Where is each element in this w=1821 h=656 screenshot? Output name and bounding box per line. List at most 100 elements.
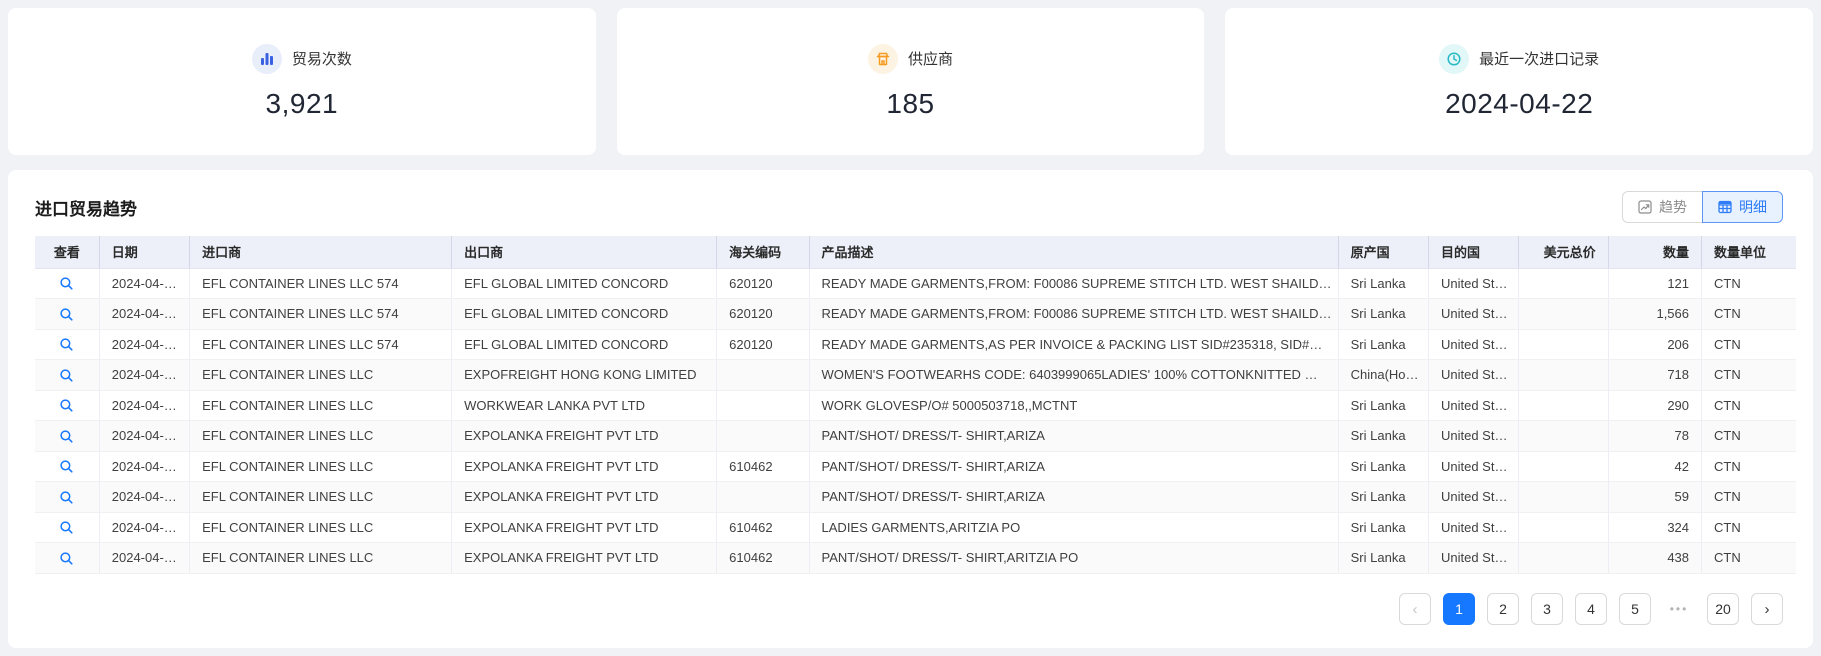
prev-page-button[interactable]: ‹ bbox=[1399, 593, 1431, 625]
table-cell-description: PANT/SHOT/ DRESS/T- SHIRT,ARIZA bbox=[809, 451, 1339, 482]
table-cell-date: 2024-04-… bbox=[99, 390, 191, 421]
table-cell-destination: United St… bbox=[1428, 329, 1520, 360]
table-cell-importer: EFL CONTAINER LINES LLC 574 bbox=[189, 268, 453, 299]
page-button-last[interactable]: 20 bbox=[1707, 593, 1739, 625]
table-row: 2024-04-… EFL CONTAINER LINES LLC EXPOLANK… bbox=[35, 481, 1796, 513]
detail-view-button[interactable]: 明细 bbox=[1702, 191, 1783, 223]
table-cell-exporter: EXPOLANKA FREIGHT PVT LTD bbox=[451, 420, 718, 452]
table-cell-importer: EFL CONTAINER LINES LLC bbox=[189, 451, 453, 482]
table-cell-usd_total bbox=[1518, 542, 1609, 574]
table-cell-date: 2024-04-… bbox=[99, 298, 191, 330]
magnifier-icon[interactable] bbox=[59, 276, 74, 291]
magnifier-icon[interactable] bbox=[59, 459, 74, 474]
table-cell-unit: CTN bbox=[1701, 329, 1796, 360]
magnifier-icon[interactable] bbox=[59, 307, 74, 322]
table-cell-hs_code: 620120 bbox=[716, 268, 810, 299]
table-cell-date: 2024-04-… bbox=[99, 268, 191, 299]
page-button-4[interactable]: 4 bbox=[1575, 593, 1607, 625]
table-cell-exporter: EFL GLOBAL LIMITED CONCORD bbox=[451, 298, 718, 330]
table-cell-origin: China(Ho… bbox=[1338, 359, 1429, 391]
table-cell-usd_total bbox=[1518, 481, 1609, 513]
table-cell-origin: Sri Lanka bbox=[1338, 420, 1429, 452]
table-cell-origin: Sri Lanka bbox=[1338, 481, 1429, 513]
table-cell-exporter: EXPOFREIGHT HONG KONG LIMITED bbox=[451, 359, 718, 391]
stat-value: 3,921 bbox=[265, 87, 339, 119]
table-cell-destination: United St… bbox=[1428, 390, 1520, 421]
page-button-3[interactable]: 3 bbox=[1531, 593, 1563, 625]
table-cell-description: READY MADE GARMENTS,FROM: F00086 SUPREME… bbox=[809, 268, 1339, 299]
page-button-1[interactable]: 1 bbox=[1443, 593, 1475, 625]
table-cell-destination: United St… bbox=[1428, 420, 1520, 452]
table-cell-unit: CTN bbox=[1701, 390, 1796, 421]
trend-view-button[interactable]: 趋势 bbox=[1622, 191, 1702, 223]
table-cell-destination: United St… bbox=[1428, 512, 1520, 543]
table-cell-usd_total bbox=[1518, 420, 1609, 452]
table-cell-hs_code: 610462 bbox=[716, 512, 810, 543]
table-cell-date: 2024-04-… bbox=[99, 329, 191, 360]
table-cell-usd_total bbox=[1518, 329, 1609, 360]
table-cell-view bbox=[35, 390, 100, 421]
table-cell-usd_total bbox=[1518, 298, 1609, 330]
view-switch: 趋势 明细 bbox=[1622, 191, 1783, 223]
table-row: 2024-04-… EFL CONTAINER LINES LLC EXPOLANK… bbox=[35, 512, 1796, 543]
next-page-button[interactable]: › bbox=[1751, 593, 1783, 625]
table-cell-date: 2024-04-… bbox=[99, 542, 191, 574]
magnifier-icon[interactable] bbox=[59, 429, 74, 444]
table-cell-destination: United St… bbox=[1428, 268, 1520, 299]
column-header-unit: 数量单位 bbox=[1701, 236, 1796, 269]
stat-value: 2024-04-22 bbox=[1445, 87, 1594, 119]
table-cell-unit: CTN bbox=[1701, 512, 1796, 543]
table-cell-quantity: 718 bbox=[1608, 359, 1703, 391]
page-button-2[interactable]: 2 bbox=[1487, 593, 1519, 625]
table-cell-origin: Sri Lanka bbox=[1338, 329, 1429, 360]
stat-card-latest-import: 最近一次进口记录 2024-04-22 bbox=[1225, 8, 1814, 155]
table-cell-hs_code bbox=[716, 359, 810, 391]
table-cell-destination: United St… bbox=[1428, 542, 1520, 574]
table-cell-importer: EFL CONTAINER LINES LLC 574 bbox=[189, 298, 453, 330]
table-cell-origin: Sri Lanka bbox=[1338, 390, 1429, 421]
table-cell-hs_code: 610462 bbox=[716, 451, 810, 482]
table-cell-view bbox=[35, 420, 100, 452]
table-cell-unit: CTN bbox=[1701, 298, 1796, 330]
table-cell-view bbox=[35, 329, 100, 360]
trade-records-table: 查看 日期 进口商 出口商 海关编码 产品描述 原产国 目的国 美元总价 数量 数量单位 2024-… bbox=[35, 236, 1796, 574]
table-cell-unit: CTN bbox=[1701, 481, 1796, 513]
column-header-exporter: 出口商 bbox=[451, 236, 718, 269]
table-cell-date: 2024-04-… bbox=[99, 512, 191, 543]
table-cell-usd_total bbox=[1518, 512, 1609, 543]
table-cell-unit: CTN bbox=[1701, 451, 1796, 482]
table-cell-description: PANT/SHOT/ DRESS/T- SHIRT,ARITZIA PO bbox=[809, 542, 1339, 574]
table-cell-view bbox=[35, 512, 100, 543]
pagination: ‹ 12345 ••• 20 › bbox=[1399, 593, 1783, 625]
table-cell-importer: EFL CONTAINER LINES LLC bbox=[189, 542, 453, 574]
stat-label: 供应商 bbox=[908, 51, 954, 68]
table-row: 2024-04-… EFL CONTAINER LINES LLC WORKWEAR… bbox=[35, 390, 1796, 421]
magnifier-icon[interactable] bbox=[59, 520, 74, 535]
bar-chart-icon bbox=[251, 43, 282, 74]
magnifier-icon[interactable] bbox=[59, 398, 74, 413]
page-button-5[interactable]: 5 bbox=[1619, 593, 1651, 625]
import-trend-panel: 进口贸易趋势 趋势 明细 查看 日期 进口商 出口商 海关编码 产品描述 原产国… bbox=[8, 170, 1813, 648]
magnifier-icon[interactable] bbox=[59, 368, 74, 383]
table-cell-hs_code: 620120 bbox=[716, 298, 810, 330]
table-cell-importer: EFL CONTAINER LINES LLC bbox=[189, 359, 453, 391]
table-cell-view bbox=[35, 481, 100, 513]
magnifier-icon[interactable] bbox=[59, 551, 74, 566]
table-cell-hs_code bbox=[716, 420, 810, 452]
table-cell-exporter: EXPOLANKA FREIGHT PVT LTD bbox=[451, 542, 718, 574]
table-cell-view bbox=[35, 298, 100, 330]
table-cell-unit: CTN bbox=[1701, 268, 1796, 299]
magnifier-icon[interactable] bbox=[59, 490, 74, 505]
table-cell-quantity: 121 bbox=[1608, 268, 1703, 299]
table-cell-view bbox=[35, 542, 100, 574]
column-header-view: 查看 bbox=[35, 236, 100, 269]
table-cell-origin: Sri Lanka bbox=[1338, 298, 1429, 330]
table-cell-view bbox=[35, 268, 100, 299]
trade-records-table-wrap: 查看 日期 进口商 出口商 海关编码 产品描述 原产国 目的国 美元总价 数量 数量单位 2024-… bbox=[35, 236, 1796, 574]
table-row: 2024-04-… EFL CONTAINER LINES LLC EXPOLANK… bbox=[35, 451, 1796, 482]
magnifier-icon[interactable] bbox=[59, 337, 74, 352]
table-cell-usd_total bbox=[1518, 268, 1609, 299]
table-cell-importer: EFL CONTAINER LINES LLC bbox=[189, 481, 453, 513]
table-cell-origin: Sri Lanka bbox=[1338, 542, 1429, 574]
table-cell-quantity: 290 bbox=[1608, 390, 1703, 421]
